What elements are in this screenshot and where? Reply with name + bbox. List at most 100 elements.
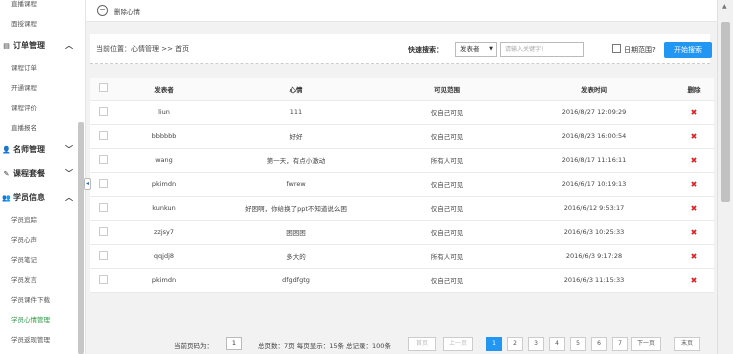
row-checkbox[interactable]: [98, 250, 108, 260]
sidebar-item-student-downloads[interactable]: 学员课件下载: [0, 290, 85, 310]
row-select-cell: [90, 124, 116, 149]
delete-cell: ✖: [674, 220, 714, 245]
sidebar-item-offline-course[interactable]: 面授课程: [0, 14, 85, 34]
column-header-delete: 删除: [674, 78, 714, 101]
table-row: liun 111 仅自己可见 2016/8/27 12:09:29 ✖: [90, 100, 714, 125]
mood-cell: dfgdfgtg: [212, 268, 380, 293]
row-checkbox[interactable]: [98, 226, 108, 236]
delete-icon[interactable]: ✖: [691, 156, 698, 165]
row-checkbox[interactable]: [98, 274, 108, 284]
delete-icon[interactable]: ✖: [691, 132, 698, 141]
row-checkbox[interactable]: [98, 130, 108, 140]
last-page-button[interactable]: 末页: [674, 337, 700, 351]
time-cell: 2016/6/17 10:19:13: [514, 172, 674, 197]
delete-cell: ✖: [674, 172, 714, 197]
sidebar-collapse-handle[interactable]: ◂: [84, 178, 91, 190]
row-checkbox[interactable]: [98, 178, 108, 188]
scroll-up-arrow-icon[interactable]: ▲: [722, 3, 727, 10]
search-field-select[interactable]: 发表者 ▼: [455, 42, 497, 57]
sidebar-scrollbar[interactable]: [78, 122, 84, 354]
row-select-cell: [90, 220, 116, 245]
mood-cell: 多大的: [212, 244, 380, 269]
time-cell: 2016/6/3 10:25:33: [514, 220, 674, 245]
author-cell: bbbbbb: [116, 124, 212, 149]
delete-icon[interactable]: ✖: [691, 252, 698, 261]
column-header-mood: 心情: [212, 78, 380, 101]
prev-page-button[interactable]: 上一页: [443, 337, 473, 351]
delete-icon[interactable]: ✖: [691, 228, 698, 237]
sidebar-group-teachers[interactable]: 👤 名师管理 ﹀: [0, 138, 85, 162]
row-checkbox[interactable]: [98, 202, 108, 212]
main-content: − 删除心情 当前位置：心情管理 >> 首页 快速搜索： 发表者 ▼ 请输入关键…: [86, 0, 717, 354]
page-number-button[interactable]: 3: [528, 337, 544, 351]
delete-icon[interactable]: ✖: [691, 108, 698, 117]
delete-icon[interactable]: ✖: [691, 204, 698, 213]
mood-table: 发表者 心情 可见范围 发表时间 删除 liun 111 仅自己可见 2016/8/2…: [90, 78, 714, 293]
page-number-button[interactable]: 2: [507, 337, 523, 351]
row-checkbox[interactable]: [98, 154, 108, 164]
delete-cell: ✖: [674, 244, 714, 269]
chevron-up-icon: ︿: [65, 193, 73, 202]
column-header-scope: 可见范围: [380, 78, 514, 101]
delete-icon[interactable]: ✖: [691, 276, 698, 285]
scope-cell: 仅自己可见: [380, 124, 514, 149]
sidebar-group-label: 订单管理: [13, 41, 45, 50]
sidebar-item-student-tracking[interactable]: 学员追踪: [0, 210, 85, 230]
row-select-cell: [90, 244, 116, 269]
admin-app: 直播课程 面授课程 ▤ 订单管理 ︿ 课程订单 开通课程 课程评价 直播报名 👤 名…: [0, 0, 733, 354]
next-page-button[interactable]: 下一页: [631, 337, 661, 351]
page-summary: 总页数：7页 每页显示：15条 总记录：100条: [258, 342, 391, 350]
sidebar-item-student-voice[interactable]: 学员心声: [0, 230, 85, 250]
sidebar-item-cashback-management[interactable]: 学员返现管理: [0, 330, 85, 350]
chevron-down-icon: ﹀: [65, 169, 73, 178]
current-page-input[interactable]: 1: [226, 337, 242, 350]
tab-delete-mood[interactable]: 删除心情: [114, 6, 140, 16]
sidebar-item-live-course[interactable]: 直播课程: [0, 0, 85, 14]
select-value: 发表者: [460, 45, 480, 53]
sidebar-item-course-orders[interactable]: 课程订单: [0, 58, 85, 78]
students-icon: 👥: [2, 194, 11, 202]
author-cell: pkimdn: [116, 172, 212, 197]
delete-icon[interactable]: ✖: [691, 180, 698, 189]
mood-cell: 好困啊，你给换了ppt不知道说么困: [212, 196, 380, 221]
page-number-button[interactable]: 1: [486, 337, 502, 351]
sidebar-item-mood-management[interactable]: 学员心情管理: [0, 310, 85, 330]
time-cell: 2016/6/3 9:17:28: [514, 244, 674, 269]
page-scrollbar[interactable]: ▲: [717, 0, 733, 354]
sidebar-item-course-review[interactable]: 课程评价: [0, 98, 85, 118]
sidebar-group-students[interactable]: 👥 学员信息 ︿: [0, 186, 85, 210]
breadcrumb: 当前位置：心情管理 >> 首页: [96, 45, 190, 53]
sidebar-group-packages[interactable]: ✎ 课程套餐 ﹀: [0, 162, 85, 186]
row-select-cell: [90, 268, 116, 293]
order-icon: ▤: [3, 42, 10, 50]
row-checkbox[interactable]: [98, 106, 108, 116]
first-page-button[interactable]: 首页: [408, 337, 436, 351]
table-row: zzjsy7 困困困 仅自己可见 2016/6/3 10:25:33 ✖: [90, 220, 714, 245]
select-all-checkbox[interactable]: [98, 83, 108, 93]
time-cell: 2016/6/12 9:53:17: [514, 196, 674, 221]
search-input[interactable]: 请输入关键字!: [500, 42, 584, 57]
sidebar-group-orders[interactable]: ▤ 订单管理 ︿: [0, 34, 85, 58]
scope-cell: 仅自己可见: [380, 172, 514, 197]
close-tab-icon[interactable]: −: [97, 5, 108, 16]
page-number-button[interactable]: 5: [570, 337, 586, 351]
sidebar-item-student-posts[interactable]: 学员发言: [0, 270, 85, 290]
delete-cell: ✖: [674, 268, 714, 293]
quick-search-label: 快速搜索：: [408, 46, 443, 54]
sidebar-item-open-course[interactable]: 开通课程: [0, 78, 85, 98]
scope-cell: 所有人可见: [380, 148, 514, 173]
scope-cell: 所有人可见: [380, 244, 514, 269]
sidebar-item-live-signup[interactable]: 直播报名: [0, 118, 85, 138]
tab-bar: − 删除心情: [86, 0, 717, 22]
scroll-thumb[interactable]: [721, 22, 730, 202]
page-number-button[interactable]: 6: [591, 337, 607, 351]
date-range-checkbox[interactable]: [612, 44, 621, 53]
page-number-button[interactable]: 4: [549, 337, 565, 351]
teacher-icon: 👤: [2, 146, 11, 154]
sidebar-item-student-notes[interactable]: 学员笔记: [0, 250, 85, 270]
search-button[interactable]: 开始搜索: [664, 42, 712, 58]
page-number-button[interactable]: 7: [612, 337, 628, 351]
current-page-label: 当前页码为：: [174, 342, 213, 350]
row-select-cell: [90, 172, 116, 197]
scope-cell: 仅自己可见: [380, 268, 514, 293]
